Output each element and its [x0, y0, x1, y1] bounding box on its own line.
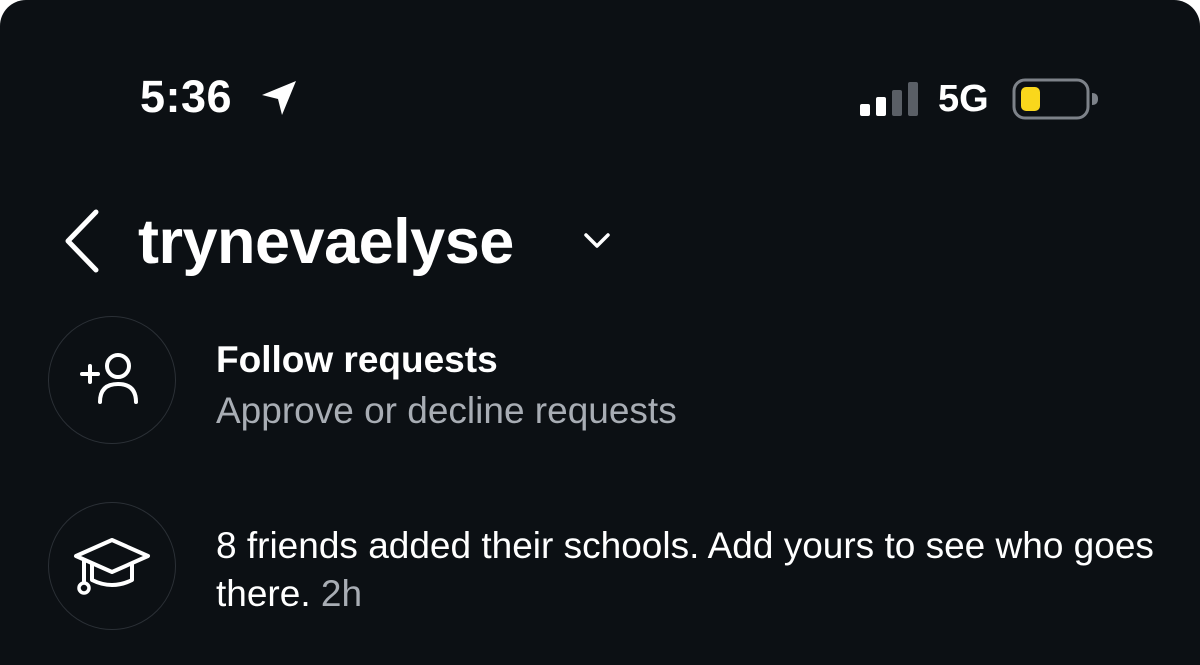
battery-icon: [1012, 78, 1098, 120]
follow-requests-title: Follow requests: [216, 339, 498, 380]
status-bar: 5:36 5G: [0, 0, 1200, 150]
schools-icon-circle: [48, 502, 176, 630]
follow-requests-subtitle: Approve or decline requests: [216, 390, 677, 431]
add-person-icon: [80, 353, 138, 404]
follow-requests-row[interactable]: Follow requests Approve or decline reque…: [0, 316, 1200, 448]
status-time: 5:36: [140, 71, 233, 122]
notifications-screen: 5:36 5G trynevaelyse Follow requests App…: [0, 0, 1200, 665]
back-chevron-icon[interactable]: [60, 208, 104, 274]
schools-notification-row[interactable]: 8 friends added their schools. Add yours…: [0, 502, 1200, 634]
schools-notification-text: 8 friends added their schools. Add yours…: [216, 522, 1156, 618]
notification-timestamp: 2h: [320, 573, 363, 614]
graduation-cap-icon: [74, 538, 150, 595]
account-username[interactable]: trynevaelyse: [138, 204, 514, 280]
network-type: 5G: [938, 78, 989, 120]
cellular-signal-icon: [860, 82, 918, 116]
chevron-down-icon[interactable]: [580, 226, 614, 256]
location-arrow-icon: [262, 81, 296, 115]
follow-requests-icon-circle: [48, 316, 176, 444]
